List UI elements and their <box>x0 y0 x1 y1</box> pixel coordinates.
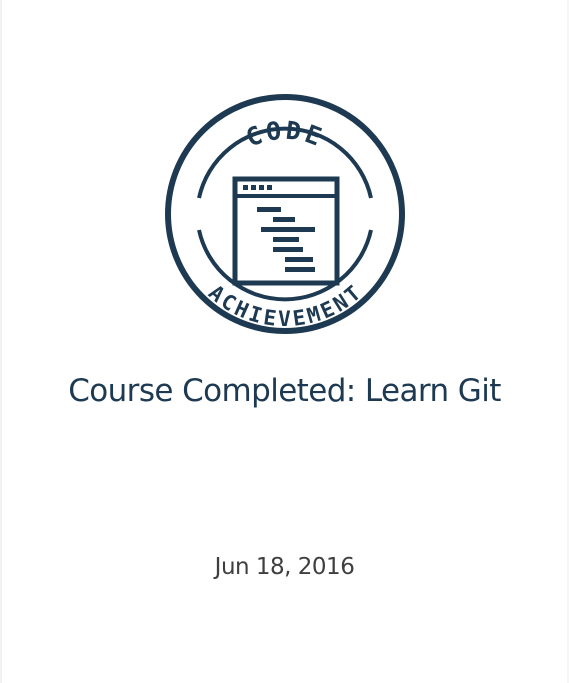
course-title: Course Completed: Learn Git <box>68 373 501 409</box>
badge-bottom-text: ACHIEVEMENT <box>204 281 366 332</box>
badge-top-text: CODE <box>242 116 328 153</box>
badge-graphic: CODE ACHIEVEMENT <box>165 94 405 334</box>
code-window-icon <box>232 176 340 286</box>
code-achievement-badge: CODE ACHIEVEMENT <box>163 92 407 336</box>
completion-date: Jun 18, 2016 <box>214 554 355 580</box>
